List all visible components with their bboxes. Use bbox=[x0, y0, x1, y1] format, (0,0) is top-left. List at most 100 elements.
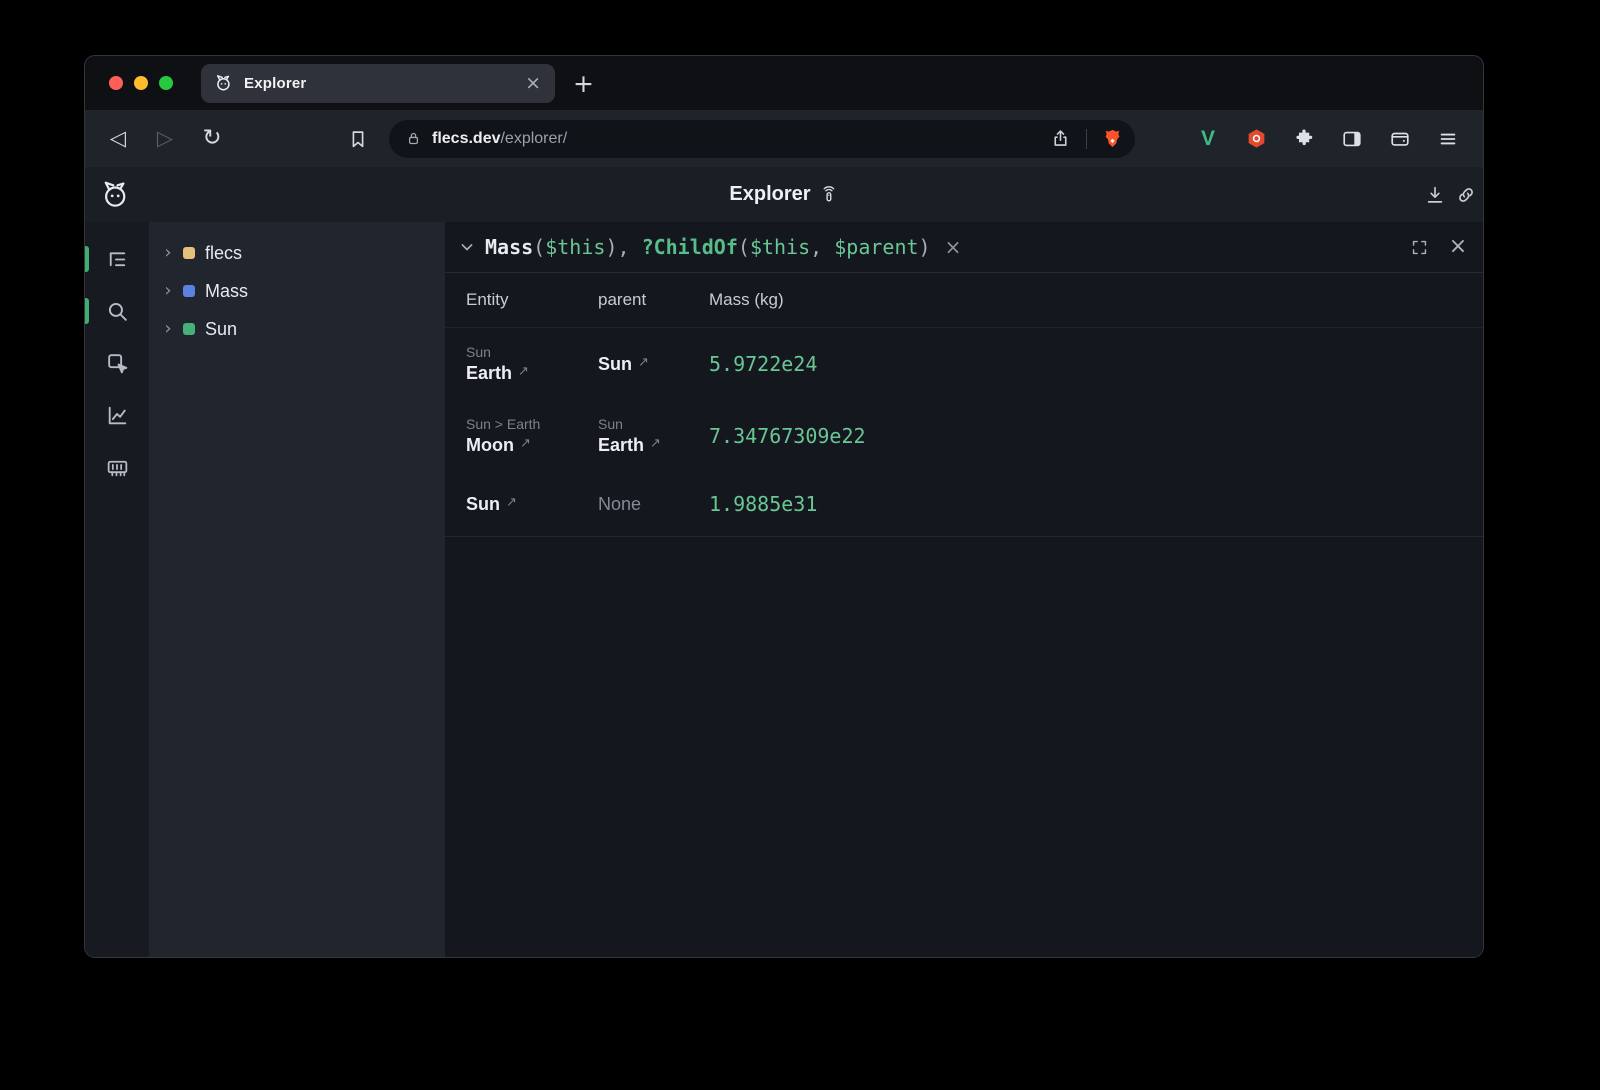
close-window-button[interactable] bbox=[109, 76, 123, 90]
reload-button[interactable]: ↻ bbox=[195, 122, 229, 156]
external-link-icon: ↗ bbox=[506, 495, 517, 510]
entity-name: Sun bbox=[466, 494, 500, 515]
url-path: /explorer/ bbox=[500, 130, 567, 148]
fullscreen-icon bbox=[1410, 238, 1429, 257]
query-token: Mass bbox=[485, 235, 533, 259]
forward-button[interactable]: ▷ bbox=[148, 122, 182, 156]
tree-item-mass[interactable]: › Mass bbox=[149, 272, 445, 310]
query-panel: Mass($this), ?ChildOf($this, $parent) × … bbox=[445, 222, 1483, 957]
mass-cell: 5.9722e24 bbox=[709, 352, 1483, 376]
parent-link[interactable]: Earth ↗ bbox=[598, 435, 709, 456]
chevron-right-icon[interactable]: › bbox=[162, 244, 174, 262]
parent-path: Sun bbox=[598, 416, 709, 432]
parent-link[interactable]: Sun ↗ bbox=[598, 354, 709, 375]
mass-value: 1.9885e31 bbox=[709, 492, 817, 516]
lock-icon bbox=[405, 130, 422, 147]
expand-panel-button[interactable] bbox=[1408, 236, 1430, 258]
page-title-group: Explorer bbox=[729, 183, 838, 206]
address-bar[interactable]: flecs.dev/explorer/ bbox=[389, 120, 1135, 158]
tab-explorer[interactable]: Explorer × bbox=[201, 64, 555, 103]
tab-close-icon[interactable]: × bbox=[523, 74, 543, 93]
query-token: ( bbox=[738, 235, 750, 259]
entity-tree-button[interactable] bbox=[91, 233, 143, 285]
wallet-icon bbox=[1389, 128, 1411, 150]
parent-cell: Sun ↗ bbox=[598, 354, 709, 375]
entity-tree-panel: › flecs › Mass › Sun bbox=[149, 222, 445, 957]
table-row: Sun > Earth Moon ↗ Sun Earth ↗ bbox=[445, 400, 1483, 472]
wallet-button[interactable] bbox=[1387, 126, 1413, 152]
external-link-icon: ↗ bbox=[520, 436, 531, 451]
external-link-icon: ↗ bbox=[638, 355, 649, 370]
header-actions bbox=[1424, 184, 1483, 206]
parent-cell: Sun Earth ↗ bbox=[598, 416, 709, 456]
extension-hexagon-button[interactable] bbox=[1243, 126, 1269, 152]
parent-cell: None bbox=[598, 494, 709, 515]
share-link-button[interactable] bbox=[1455, 184, 1477, 206]
clear-query-icon[interactable]: × bbox=[945, 237, 962, 257]
query-token: $this bbox=[750, 235, 810, 259]
tree-item-sun[interactable]: › Sun bbox=[149, 310, 445, 348]
sidebar-toggle-button[interactable] bbox=[1339, 126, 1365, 152]
query-search-button[interactable] bbox=[91, 285, 143, 337]
statistics-button[interactable] bbox=[91, 389, 143, 441]
brave-lion-icon bbox=[1102, 128, 1123, 149]
bookmark-button[interactable] bbox=[341, 122, 375, 156]
query-token: ?ChildOf bbox=[642, 235, 738, 259]
collapse-chevron-button[interactable] bbox=[455, 237, 479, 257]
line-chart-icon bbox=[105, 403, 130, 428]
chevron-right-icon[interactable]: › bbox=[162, 320, 174, 338]
divider bbox=[1086, 129, 1087, 149]
query-token: $parent bbox=[834, 235, 918, 259]
entity-link[interactable]: Earth ↗ bbox=[466, 363, 598, 384]
memory-ram-icon bbox=[105, 455, 130, 480]
sidebar-icon bbox=[1341, 128, 1363, 150]
chevron-right-icon[interactable]: › bbox=[162, 282, 174, 300]
inspector-button[interactable] bbox=[91, 337, 143, 389]
column-header-mass: Mass (kg) bbox=[709, 290, 1483, 310]
tree-item-flecs[interactable]: › flecs bbox=[149, 234, 445, 272]
mass-cell: 7.34767309e22 bbox=[709, 424, 1483, 448]
mass-value: 7.34767309e22 bbox=[709, 424, 866, 448]
entity-name: Earth bbox=[466, 363, 512, 384]
inspector-cursor-icon bbox=[105, 351, 130, 376]
entity-path: Sun > Earth bbox=[466, 416, 598, 432]
download-button[interactable] bbox=[1424, 184, 1446, 206]
close-panel-icon[interactable]: × bbox=[1447, 236, 1469, 258]
table-row: Sun Earth ↗ Sun ↗ 5.9722e24 bbox=[445, 328, 1483, 400]
entity-link[interactable]: Sun ↗ bbox=[466, 494, 598, 515]
parent-none: None bbox=[598, 494, 641, 514]
back-button[interactable]: ◁ bbox=[101, 122, 135, 156]
zoom-window-button[interactable] bbox=[159, 76, 173, 90]
tree-item-label[interactable]: Mass bbox=[205, 281, 248, 302]
entity-link[interactable]: Moon ↗ bbox=[466, 435, 598, 456]
chevron-down-icon bbox=[457, 237, 477, 257]
window-controls bbox=[85, 76, 189, 90]
hamburger-menu-icon bbox=[1437, 128, 1459, 150]
tree-item-label[interactable]: flecs bbox=[205, 243, 242, 264]
entity-path: Sun bbox=[466, 344, 598, 360]
query-header: Mass($this), ?ChildOf($this, $parent) × … bbox=[445, 222, 1483, 273]
minimize-window-button[interactable] bbox=[134, 76, 148, 90]
memory-button[interactable] bbox=[91, 441, 143, 493]
tab-strip: Explorer × + bbox=[85, 56, 1483, 110]
parent-name: Sun bbox=[598, 354, 632, 375]
flecs-logo[interactable] bbox=[98, 178, 131, 211]
query-token: , bbox=[810, 235, 834, 259]
download-icon bbox=[1424, 184, 1446, 206]
icon-rail bbox=[85, 222, 149, 957]
query-token: ( bbox=[533, 235, 545, 259]
link-icon bbox=[1455, 184, 1477, 206]
vue-devtools-button[interactable]: V bbox=[1195, 126, 1221, 152]
active-indicator-tree bbox=[85, 246, 89, 272]
tree-item-label[interactable]: Sun bbox=[205, 319, 237, 340]
share-button[interactable] bbox=[1050, 128, 1071, 149]
query-expression-input[interactable]: Mass($this), ?ChildOf($this, $parent) bbox=[485, 235, 931, 259]
extensions-button[interactable] bbox=[1291, 126, 1317, 152]
column-header-entity: Entity bbox=[466, 290, 598, 310]
flecs-favicon bbox=[213, 73, 233, 93]
mass-cell: 1.9885e31 bbox=[709, 492, 1483, 516]
query-token: ), bbox=[605, 235, 641, 259]
brave-shields-button[interactable] bbox=[1102, 128, 1123, 149]
new-tab-button[interactable]: + bbox=[573, 71, 594, 96]
menu-button[interactable] bbox=[1435, 126, 1461, 152]
